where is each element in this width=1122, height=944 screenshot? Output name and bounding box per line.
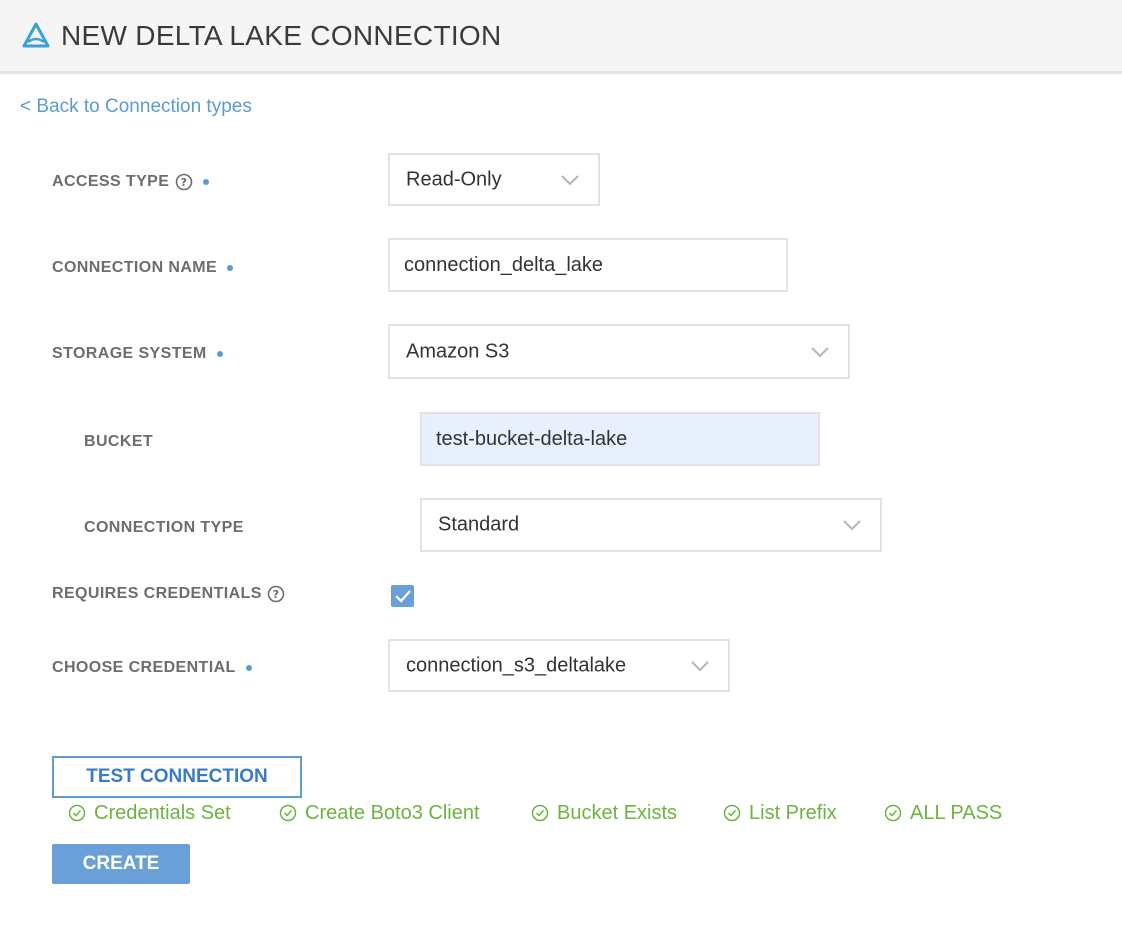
checkmark-icon: [395, 590, 411, 603]
delta-logo-icon: [22, 22, 50, 48]
check-credentials-set: Credentials Set: [68, 800, 231, 826]
check-label: List Prefix: [749, 801, 837, 824]
connection-type-label-text: CONNECTION TYPE: [84, 519, 244, 536]
storage-system-select[interactable]: Amazon S3: [388, 324, 850, 379]
help-icon[interactable]: ?: [175, 173, 193, 191]
required-indicator: [245, 665, 252, 671]
choose-credential-label: CHOOSE CREDENTIAL: [52, 659, 252, 677]
test-connection-button[interactable]: TEST CONNECTION: [52, 756, 302, 798]
help-icon[interactable]: ?: [267, 585, 285, 603]
page-header: NEW DELTA LAKE CONNECTION: [0, 0, 1122, 74]
bucket-input[interactable]: [420, 412, 820, 466]
check-list-prefix: List Prefix: [723, 800, 837, 826]
create-button[interactable]: CREATE: [52, 844, 190, 884]
connection-type-select[interactable]: Standard: [420, 498, 882, 552]
back-to-connection-types-link[interactable]: < Back to Connection types: [20, 96, 252, 118]
chevron-down-icon: [843, 520, 861, 531]
storage-system-label-text: STORAGE SYSTEM: [52, 345, 207, 362]
check-label: Create Boto3 Client: [305, 801, 480, 824]
check-circle-icon: [884, 804, 902, 822]
check-create-boto3-client: Create Boto3 Client: [279, 800, 480, 826]
check-bucket-exists: Bucket Exists: [531, 800, 677, 826]
connection-name-label-text: CONNECTION NAME: [52, 259, 218, 276]
choose-credential-value: connection_s3_deltalake: [406, 654, 627, 676]
required-indicator: [227, 265, 234, 271]
chevron-down-icon: [811, 346, 829, 357]
bucket-label-text: BUCKET: [84, 433, 154, 450]
choose-credential-label-text: CHOOSE CREDENTIAL: [52, 659, 236, 676]
access-type-label-text: ACCESS TYPE: [52, 173, 170, 190]
connection-type-value: Standard: [438, 513, 520, 536]
svg-text:?: ?: [181, 176, 188, 189]
requires-credentials-label: REQUIRES CREDENTIALS ?: [52, 585, 285, 603]
connection-name-input[interactable]: [388, 238, 788, 292]
requires-credentials-checkbox[interactable]: [391, 585, 414, 607]
access-type-label: ACCESS TYPE ?: [52, 173, 210, 191]
access-type-select[interactable]: Read-Only: [388, 153, 600, 206]
page-title: NEW DELTA LAKE CONNECTION: [61, 20, 502, 51]
connection-name-label: CONNECTION NAME: [52, 259, 234, 277]
check-circle-icon: [531, 804, 549, 822]
connection-type-label: CONNECTION TYPE: [84, 519, 244, 537]
storage-system-value: Amazon S3: [406, 340, 510, 362]
bucket-label: BUCKET: [84, 433, 153, 451]
choose-credential-select[interactable]: connection_s3_deltalake: [388, 639, 730, 692]
storage-system-label: STORAGE SYSTEM: [52, 345, 223, 363]
required-indicator: [216, 351, 223, 357]
required-indicator: [203, 179, 210, 185]
chevron-down-icon: [691, 660, 709, 671]
chevron-down-icon: [561, 174, 579, 185]
check-label: Bucket Exists: [557, 801, 678, 824]
check-circle-icon: [68, 804, 86, 822]
check-circle-icon: [723, 804, 741, 822]
access-type-value: Read-Only: [406, 168, 502, 190]
requires-credentials-label-text: REQUIRES CREDENTIALS: [52, 585, 262, 602]
check-circle-icon: [279, 804, 297, 822]
check-label: ALL PASS: [910, 801, 1003, 824]
svg-text:?: ?: [272, 588, 279, 601]
check-all-pass: ALL PASS: [884, 800, 1002, 826]
check-label: Credentials Set: [94, 801, 231, 824]
